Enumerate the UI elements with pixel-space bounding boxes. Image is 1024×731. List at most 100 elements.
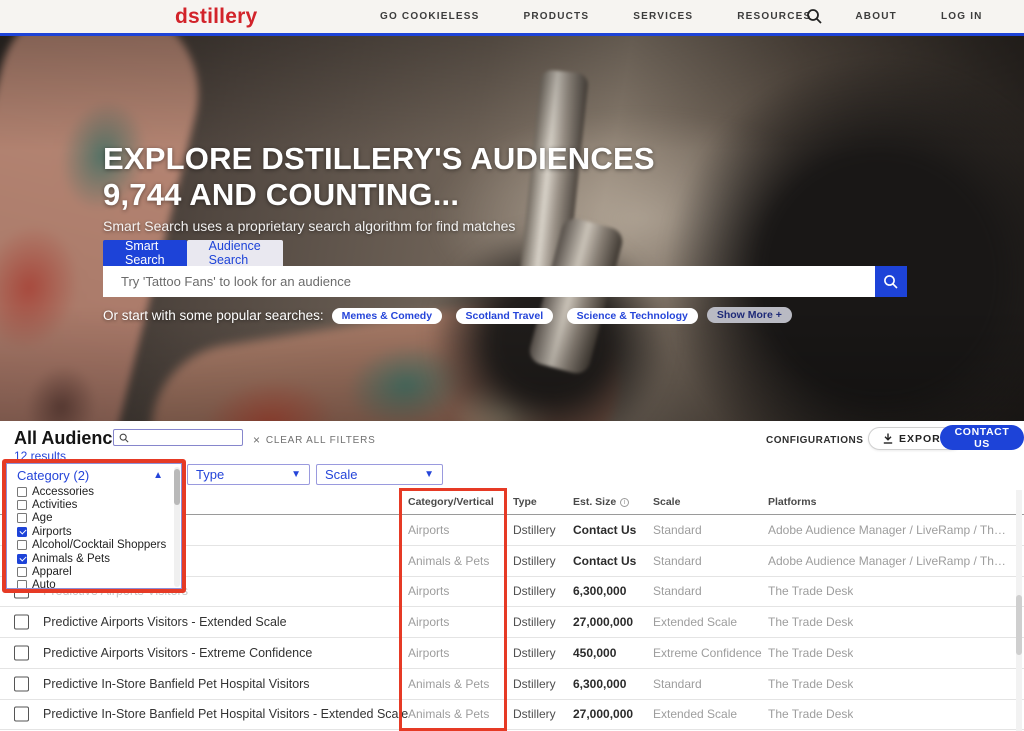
audience-name: Predictive Airports Visitors - Extreme C…	[43, 646, 312, 660]
audience-filter-search[interactable]	[113, 429, 243, 446]
scrollbar-thumb[interactable]	[1016, 595, 1022, 655]
search-tab[interactable]: Audience Search	[187, 240, 283, 266]
hero-title-line2: 9,744 AND COUNTING...	[103, 177, 803, 213]
clear-all-filters-button[interactable]: ×CLEAR ALL FILTERS	[253, 433, 376, 447]
category-options: Accessories Activities Age Airports Alco…	[7, 485, 181, 589]
column-header-category[interactable]: Category/Vertical	[408, 496, 494, 508]
row-checkbox[interactable]	[14, 676, 29, 691]
audience-scale: Extreme Confidence	[653, 646, 762, 660]
audience-type: Dstillery	[513, 554, 556, 568]
audience-scale: Extended Scale	[653, 615, 737, 629]
audience-platforms: Adobe Audience Manager / LiveRamp / The …	[768, 554, 1006, 568]
audience-platforms: The Trade Desk	[768, 584, 853, 598]
option-checkbox[interactable]	[17, 567, 27, 577]
category-dropdown-scrollbar[interactable]	[174, 467, 180, 587]
option-checkbox[interactable]	[17, 554, 27, 564]
audience-platforms: The Trade Desk	[768, 677, 853, 691]
category-dropdown-toggle[interactable]: Category (2) ▲	[7, 464, 181, 485]
audience-est-size: Contact Us	[573, 523, 636, 537]
popular-search-pill[interactable]: Memes & Comedy	[332, 308, 442, 324]
top-nav: dstillery GO COOKIELESS PRODUCTS SERVICE…	[0, 0, 1024, 33]
row-checkbox[interactable]	[14, 707, 29, 722]
column-header-platforms[interactable]: Platforms	[768, 496, 816, 508]
audience-category: Airports	[408, 646, 449, 660]
category-option[interactable]: Age	[17, 512, 181, 525]
column-header-scale[interactable]: Scale	[653, 496, 680, 508]
close-icon: ×	[253, 433, 261, 447]
category-option[interactable]: Alcohol/Cocktail Shoppers	[17, 539, 181, 552]
hero-search-tabs: Smart Search Audience Search	[103, 240, 283, 266]
category-option[interactable]: Auto	[17, 579, 181, 589]
option-label: Apparel	[32, 566, 72, 578]
option-checkbox[interactable]	[17, 487, 27, 497]
popular-search-pill[interactable]: Science & Technology	[567, 308, 698, 324]
category-option[interactable]: Airports	[17, 525, 181, 538]
hero-title: EXPLORE DSTILLERY'S AUDIENCES 9,744 AND …	[103, 141, 803, 213]
audience-scale: Standard	[653, 554, 702, 568]
audience-platforms: The Trade Desk	[768, 646, 853, 660]
option-label: Animals & Pets	[32, 553, 110, 565]
option-checkbox[interactable]	[17, 540, 27, 550]
category-option[interactable]: Activities	[17, 498, 181, 511]
row-checkbox[interactable]	[14, 645, 29, 660]
option-checkbox[interactable]	[17, 500, 27, 510]
nav-item[interactable]: LOG IN	[919, 11, 1005, 22]
category-option[interactable]: Animals & Pets	[17, 552, 181, 565]
popular-pill-list: Memes & Comedy Scotland Travel Science &…	[332, 306, 707, 324]
audience-type: Dstillery	[513, 646, 556, 660]
hero-subtitle: Smart Search uses a proprietary search a…	[103, 218, 515, 234]
option-checkbox[interactable]	[17, 527, 27, 537]
chevron-up-icon: ▲	[153, 470, 163, 481]
audience-est-size: 6,300,000	[573, 584, 626, 598]
audience-platforms: Adobe Audience Manager / LiveRamp / The …	[768, 523, 1006, 537]
dstillery-logo[interactable]: dstillery	[175, 5, 257, 29]
hero-search-button[interactable]	[875, 266, 907, 297]
audience-scale: Standard	[653, 523, 702, 537]
audience-scale: Standard	[653, 677, 702, 691]
hero-banner: EXPLORE DSTILLERY'S AUDIENCES 9,744 AND …	[0, 33, 1024, 421]
audience-est-size: 27,000,000	[573, 707, 633, 721]
configurations-button[interactable]: CONFIGURATIONS ⚙	[766, 432, 881, 448]
option-checkbox[interactable]	[17, 580, 27, 589]
popular-search-pill[interactable]: Scotland Travel	[456, 308, 554, 324]
option-checkbox[interactable]	[17, 513, 27, 523]
nav-item[interactable]: ABOUT	[833, 11, 919, 22]
nav-item[interactable]: SERVICES	[611, 11, 715, 22]
column-header-est-size[interactable]: Est. Sizei	[573, 496, 629, 508]
contact-us-button[interactable]: CONTACT US	[940, 425, 1024, 450]
column-header-type[interactable]: Type	[513, 496, 537, 508]
table-row[interactable]: Predictive Airports Visitors - Extreme C…	[0, 638, 1024, 669]
hero-search-input[interactable]	[103, 266, 875, 297]
scrollbar-thumb[interactable]	[174, 469, 180, 505]
search-icon	[119, 433, 129, 443]
chevron-down-icon: ▼	[291, 469, 301, 480]
audience-est-size: 27,000,000	[573, 615, 633, 629]
type-filter-dropdown[interactable]: Type ▼	[187, 464, 310, 485]
audience-name: Predictive In-Store Banfield Pet Hospita…	[43, 677, 310, 691]
audience-category: Animals & Pets	[408, 677, 489, 691]
category-option[interactable]: Apparel	[17, 565, 181, 578]
table-row[interactable]: Predictive Airports Visitors - Extended …	[0, 607, 1024, 638]
row-checkbox[interactable]	[14, 615, 29, 630]
search-tab[interactable]: Smart Search	[103, 240, 187, 266]
category-option[interactable]: Accessories	[17, 485, 181, 498]
audience-category: Airports	[408, 615, 449, 629]
audience-type: Dstillery	[513, 615, 556, 629]
nav-item[interactable]: GO COOKIELESS	[358, 11, 502, 22]
scale-filter-dropdown[interactable]: Scale ▼	[316, 464, 443, 485]
table-scrollbar[interactable]	[1016, 490, 1022, 731]
nav-item[interactable]: PRODUCTS	[502, 11, 612, 22]
search-icon	[883, 274, 899, 290]
hero-searchbar	[103, 266, 907, 297]
table-row[interactable]: Predictive In-Store Banfield Pet Hospita…	[0, 669, 1024, 700]
audience-est-size: 6,300,000	[573, 677, 626, 691]
audience-category: Airports	[408, 584, 449, 598]
table-row[interactable]: Predictive In-Store Banfield Pet Hospita…	[0, 700, 1024, 731]
audience-platforms: The Trade Desk	[768, 615, 853, 629]
show-more-pill[interactable]: Show More +	[707, 307, 792, 323]
chevron-down-icon: ▼	[424, 469, 434, 480]
popular-searches-label: Or start with some popular searches:	[103, 308, 324, 323]
audience-category: Airports	[408, 523, 449, 537]
nav-search-icon[interactable]	[806, 8, 823, 25]
search-tab-label: Audience Search	[209, 239, 261, 267]
